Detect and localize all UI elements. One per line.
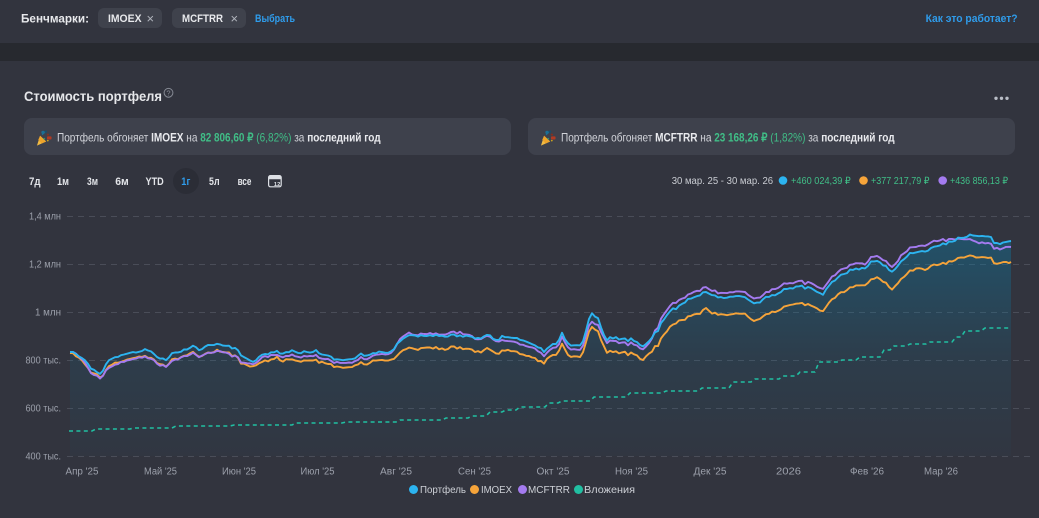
- svg-text:MCFTRR: MCFTRR: [182, 13, 223, 25]
- svg-text:последний год: последний год: [307, 131, 381, 145]
- svg-text:на: на: [698, 131, 715, 145]
- svg-text:за: за: [294, 131, 307, 145]
- svg-text:+377 217,79 ₽: +377 217,79 ₽: [871, 176, 930, 187]
- svg-text:Июн '25: Июн '25: [222, 467, 256, 478]
- svg-text:все: все: [238, 176, 252, 188]
- svg-text:YTD: YTD: [146, 176, 164, 188]
- svg-text:2026: 2026: [776, 467, 801, 478]
- svg-text:1 млн: 1 млн: [35, 308, 61, 319]
- svg-text:1,4 млн: 1,4 млн: [29, 212, 61, 223]
- svg-text:Окт '25: Окт '25: [537, 467, 570, 478]
- svg-text:1,2 млн: 1,2 млн: [29, 260, 61, 271]
- svg-text:IMOEX: IMOEX: [481, 484, 512, 496]
- svg-text:Апр '25: Апр '25: [66, 467, 99, 478]
- svg-text:600 тыс.: 600 тыс.: [26, 404, 62, 415]
- svg-text:(1,82%): (1,82%): [768, 131, 809, 145]
- svg-text:Дек '25: Дек '25: [694, 467, 727, 478]
- svg-text:6м: 6м: [115, 176, 129, 188]
- svg-text:Как это работает?: Как это работает?: [926, 13, 1018, 25]
- svg-text:Май '25: Май '25: [144, 467, 177, 478]
- svg-text:?: ?: [166, 89, 170, 98]
- svg-text:IMOEX: IMOEX: [108, 13, 142, 25]
- svg-text:82 806,60 ₽: 82 806,60 ₽: [200, 131, 254, 145]
- svg-text:Выбрать: Выбрать: [255, 13, 295, 25]
- svg-text:12: 12: [274, 182, 280, 188]
- svg-text:7д: 7д: [29, 176, 41, 188]
- svg-text:Портфель обгоняет: Портфель обгоняет: [561, 131, 655, 145]
- svg-text:Июл '25: Июл '25: [301, 467, 335, 478]
- svg-text:на: на: [184, 131, 201, 145]
- svg-text:×: ×: [231, 11, 239, 26]
- svg-text:Фев '26: Фев '26: [850, 467, 884, 478]
- svg-text:Ноя '25: Ноя '25: [615, 467, 648, 478]
- svg-text:1м: 1м: [57, 176, 69, 188]
- svg-text:MCFTRR: MCFTRR: [655, 131, 698, 145]
- svg-text:5л: 5л: [209, 176, 220, 188]
- svg-text:за: за: [808, 131, 821, 145]
- svg-text:Портфель обгоняет: Портфель обгоняет: [57, 131, 151, 145]
- svg-text:Мар '26: Мар '26: [924, 467, 958, 478]
- svg-text:Сен '25: Сен '25: [458, 467, 491, 478]
- svg-text:Бенчмарки:: Бенчмарки:: [21, 12, 89, 26]
- svg-text:Портфель: Портфель: [420, 484, 466, 496]
- svg-text:23 168,26 ₽: 23 168,26 ₽: [714, 131, 768, 145]
- svg-text:IMOEX: IMOEX: [151, 131, 183, 145]
- svg-text:+436 856,13 ₽: +436 856,13 ₽: [950, 176, 1009, 187]
- svg-text:400 тыс.: 400 тыс.: [26, 452, 62, 463]
- svg-text:×: ×: [147, 11, 155, 26]
- svg-text:Стоимость портфеля: Стоимость портфеля: [24, 88, 162, 104]
- svg-text:3м: 3м: [87, 176, 98, 188]
- svg-text:800 тыс.: 800 тыс.: [26, 356, 62, 367]
- svg-text:Авг '25: Авг '25: [380, 467, 412, 478]
- svg-text:+460 024,39 ₽: +460 024,39 ₽: [791, 176, 851, 187]
- svg-text:последний год: последний год: [821, 131, 895, 145]
- svg-text:Вложения: Вложения: [584, 484, 635, 496]
- svg-text:(6,82%): (6,82%): [254, 131, 295, 145]
- svg-text:MCFTRR: MCFTRR: [528, 484, 570, 496]
- svg-text:1г: 1г: [181, 176, 190, 188]
- svg-text:30 мар. 25 - 30 мар. 26: 30 мар. 25 - 30 мар. 26: [672, 176, 774, 187]
